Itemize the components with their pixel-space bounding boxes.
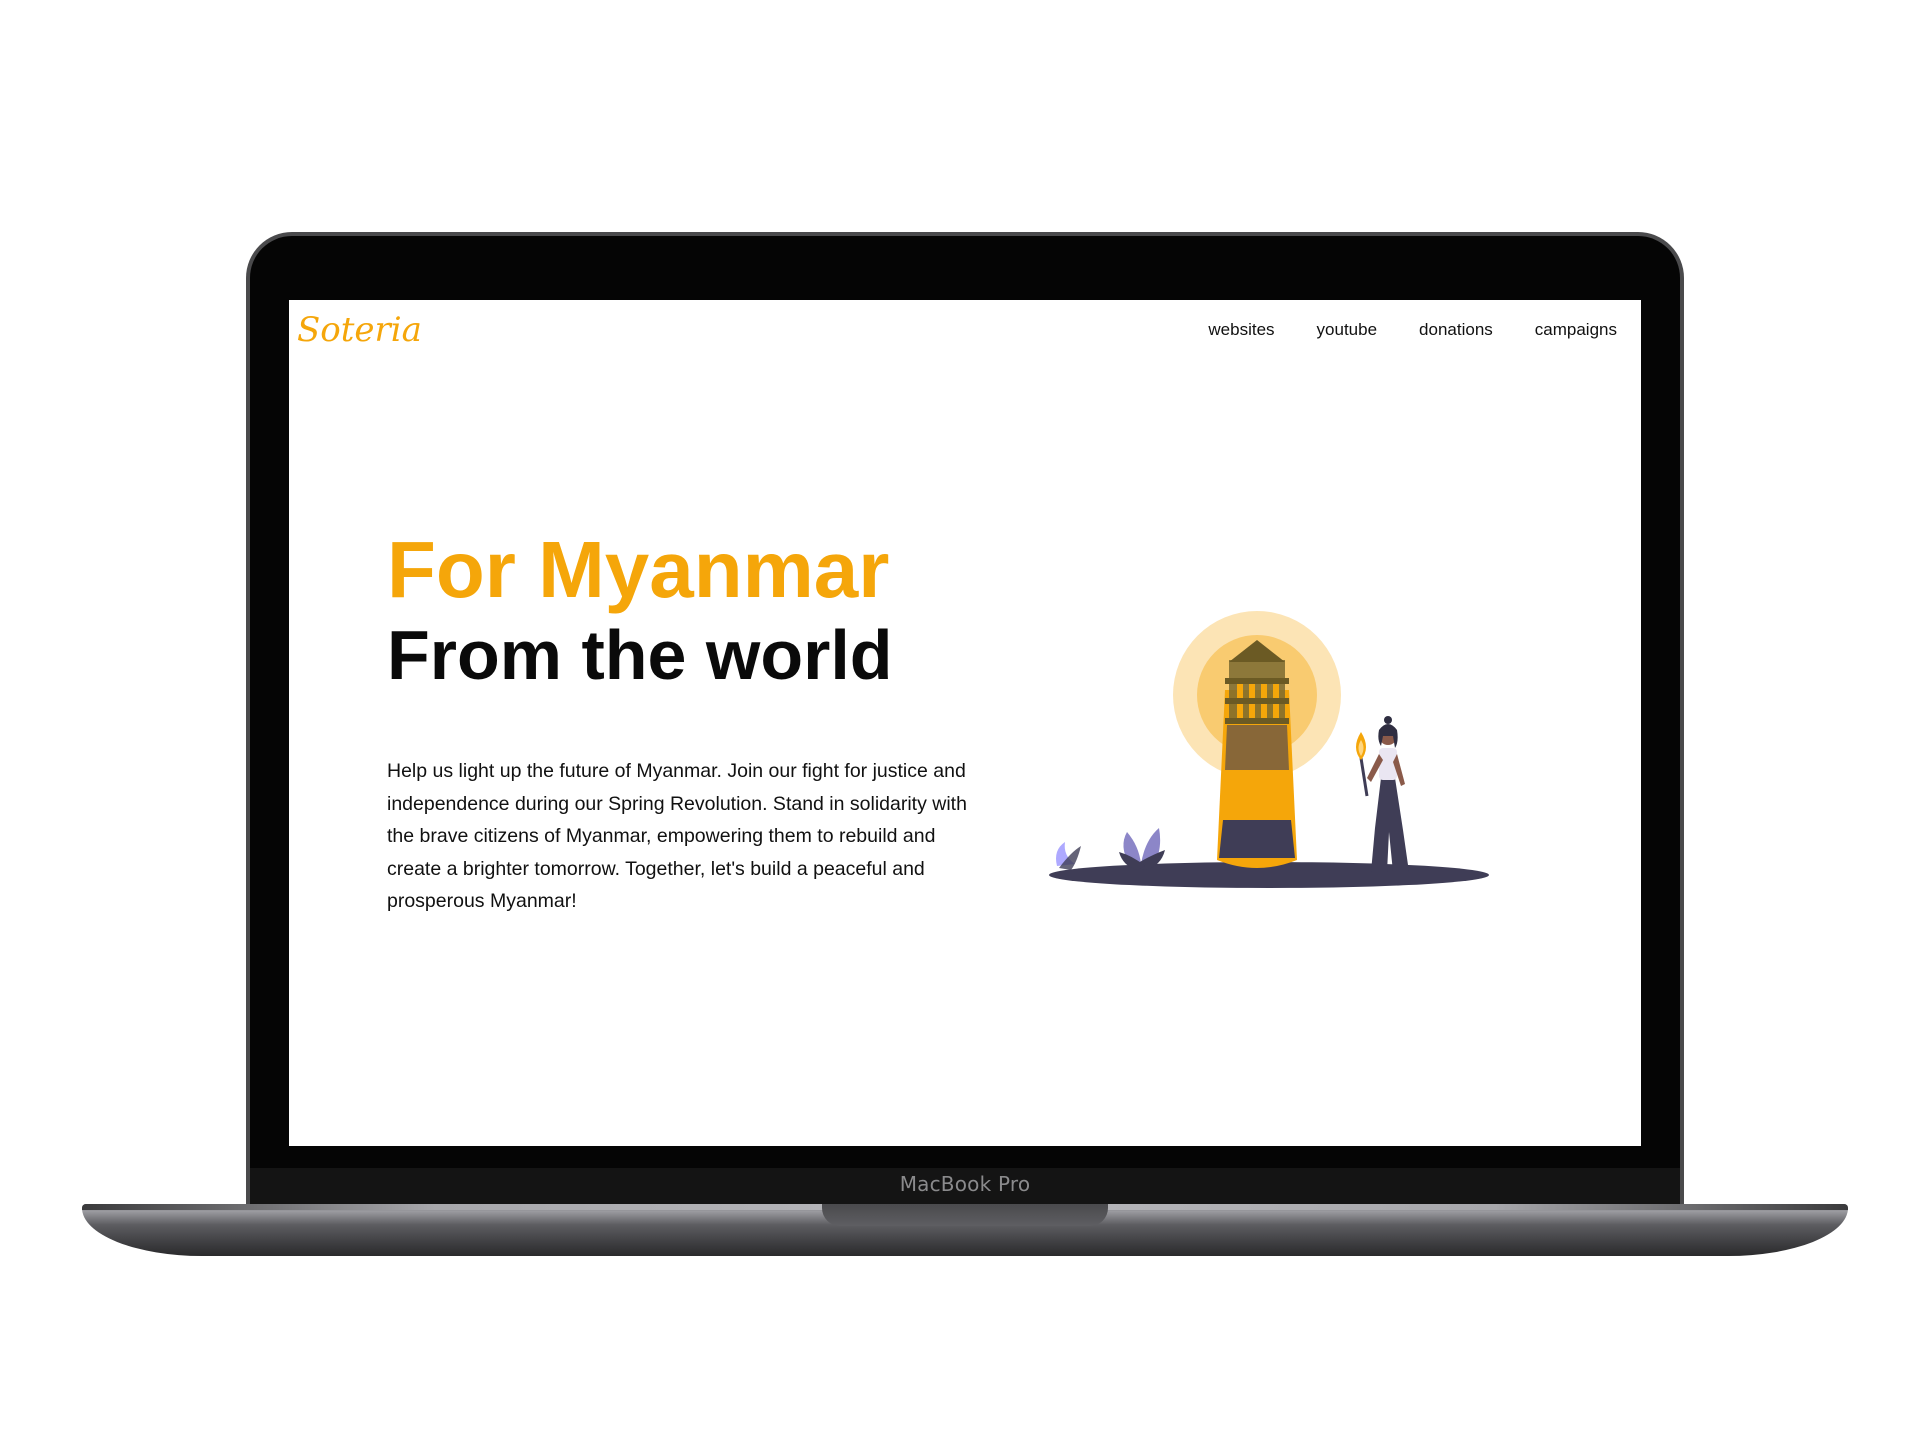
lighthouse-stripe-top — [1225, 725, 1289, 770]
nav-campaigns-link[interactable]: campaigns — [1535, 320, 1617, 340]
hero-title-primary: For Myanmar — [387, 525, 890, 614]
top-nav: websites youtube donations campaigns — [1208, 320, 1617, 340]
nav-donations-link[interactable]: donations — [1419, 320, 1493, 340]
lighthouse-illustration — [1049, 611, 1489, 888]
hero-title-secondary: From the world — [387, 616, 893, 694]
device-brand-label: MacBook Pro — [899, 1172, 1031, 1196]
mockup-stage: MacBook Pro Soteria websites youtube don… — [0, 0, 1920, 1440]
site-logo[interactable]: Soteria — [297, 310, 422, 350]
lighthouse-stripe-bottom — [1219, 820, 1295, 858]
browser-viewport: Soteria websites youtube donations campa… — [289, 300, 1641, 1146]
nav-youtube-link[interactable]: youtube — [1317, 320, 1378, 340]
laptop-notch — [822, 1204, 1108, 1226]
nav-websites-link[interactable]: websites — [1208, 320, 1274, 340]
hero-description: Help us light up the future of Myanmar. … — [387, 760, 967, 912]
woman-with-torch-figure — [1356, 716, 1409, 872]
